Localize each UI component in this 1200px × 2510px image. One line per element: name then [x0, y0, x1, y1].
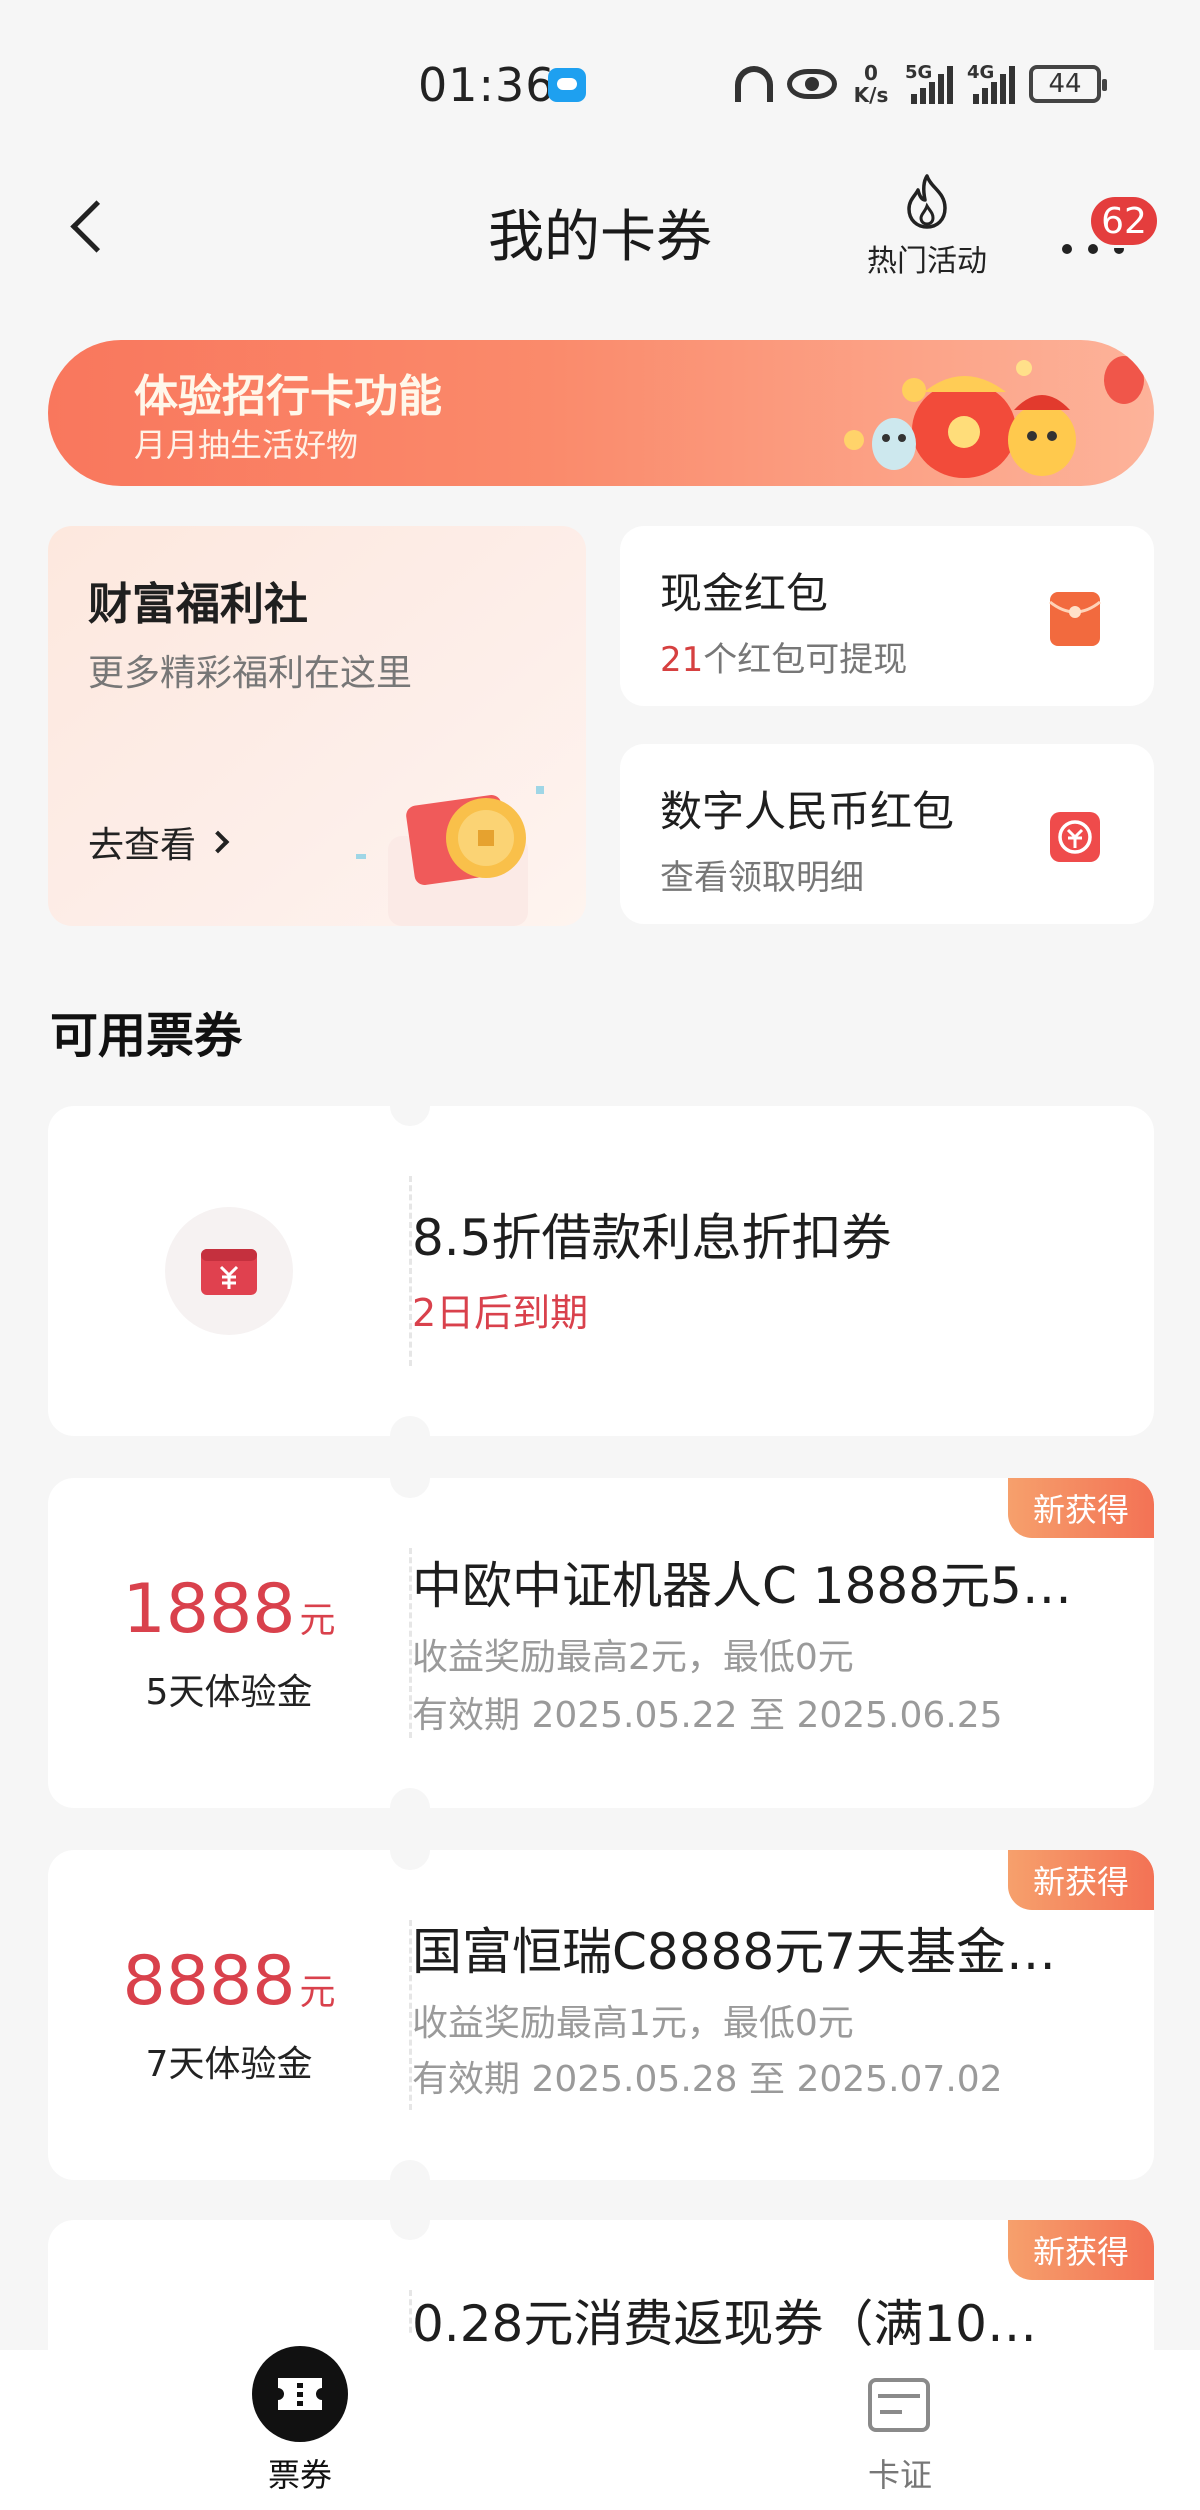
cash-red-envelope-card[interactable]: 现金红包 21个红包可提现 — [620, 526, 1154, 706]
ecny-card-title: 数字人民币红包 — [660, 787, 955, 836]
page-header: 我的卡券 热门活动 62 — [0, 170, 1200, 290]
coupon-body: 国富恒瑞C8888元7天基金… 收益奖励最高1元，最低0元 有效期 2025.0… — [412, 1850, 1114, 2180]
coupon-card[interactable]: 新获得 1888 元 5天体验金 中欧中证机器人C 1888元5… 收益奖励最高2… — [48, 1478, 1154, 1808]
coupon-kind: 7天体验金 — [145, 2043, 313, 2085]
coupon-reward: 收益奖励最高1元，最低0元 — [412, 2003, 854, 2044]
coupon-body: 中欧中证机器人C 1888元5… 收益奖励最高2元，最低0元 有效期 2025.… — [412, 1478, 1114, 1808]
card-icon — [868, 2378, 930, 2432]
status-bar: 01:36 0 K/s 5G 4G 44 — [0, 0, 1200, 170]
ecny-red-envelope-card[interactable]: 数字人民币红包 查看领取明细 — [620, 744, 1154, 924]
coupon-name: 8.5折借款利息折扣券 — [412, 1209, 892, 1267]
promo-banner[interactable]: 体验招行卡功能 月月抽生活好物 — [48, 340, 1154, 486]
welfare-subtitle: 更多精彩福利在这里 — [88, 653, 413, 694]
coupon-body: 8.5折借款利息折扣券 2日后到期 — [412, 1106, 1114, 1436]
coupon-name: 中欧中证机器人C 1888元5… — [412, 1557, 1072, 1615]
coupon-kind: 5天体验金 — [145, 1671, 313, 1713]
welfare-title: 财富福利社 — [88, 579, 308, 630]
yuan-coupon-icon — [201, 1249, 257, 1295]
coupon-card[interactable]: 8.5折借款利息折扣券 2日后到期 — [48, 1106, 1154, 1436]
gift-box-illustration — [356, 786, 544, 926]
coupon-amount: 8888 元 — [122, 1941, 336, 2021]
nav-tab-coupons[interactable]: 票券 — [200, 2346, 400, 2510]
coupon-card[interactable]: 新获得 8888 元 7天体验金 国富恒瑞C8888元7天基金… 收益奖励最高1元… — [48, 1850, 1154, 2180]
net-speed: 0 K/s — [853, 61, 889, 107]
coupon-left: 1888 元 5天体验金 — [48, 1478, 410, 1808]
chevron-right-icon — [206, 830, 230, 854]
eye-icon — [787, 69, 837, 99]
coupon-amount: 1888 元 — [122, 1569, 336, 1649]
cash-card-subtitle: 21个红包可提现 — [660, 640, 908, 680]
banner-title: 体验招行卡功能 — [134, 371, 442, 422]
nav-cards-label: 卡证 — [867, 2456, 932, 2494]
coupon-reward: 收益奖励最高2元，最低0元 — [412, 1637, 854, 1678]
more-button[interactable]: 62 — [1050, 194, 1160, 270]
signal-4g-icon: 4G — [967, 62, 1015, 104]
battery-icon: 44 — [1029, 65, 1107, 103]
coupon-validity: 有效期 2025.05.28 至 2025.07.02 — [412, 2059, 1003, 2100]
coupon-icon-bg — [165, 1207, 293, 1335]
chat-icon — [548, 68, 586, 102]
status-icons: 0 K/s 5G 4G 44 — [735, 61, 1107, 107]
ecny-card-subtitle: 查看领取明细 — [660, 858, 864, 898]
headset-icon — [735, 66, 773, 102]
banner-subtitle: 月月抽生活好物 — [134, 426, 359, 464]
wealth-welfare-card[interactable]: 财富福利社 更多精彩福利在这里 去查看 — [48, 526, 586, 926]
nav-coupons-label: 票券 — [267, 2456, 332, 2494]
red-envelope-icon — [1049, 592, 1101, 646]
coupon-name: 国富恒瑞C8888元7天基金… — [412, 1923, 1056, 1981]
coupon-name: 0.28元消费返现券（满10… — [412, 2295, 1037, 2353]
ecny-icon — [1050, 812, 1100, 862]
coupon-left: 8888 元 7天体验金 — [48, 1850, 410, 2180]
status-time: 01:36 — [418, 58, 556, 112]
cash-card-title: 现金红包 — [660, 569, 829, 618]
signal-5g-icon: 5G — [905, 62, 953, 104]
coupon-validity: 有效期 2025.05.22 至 2025.06.25 — [412, 1695, 1003, 1736]
page-title: 我的卡券 — [488, 205, 712, 270]
coupon-left — [48, 1106, 410, 1436]
section-title: 可用票券 — [50, 1008, 243, 1064]
coupon-expire: 2日后到期 — [412, 1291, 589, 1335]
banner-illustration — [844, 356, 1144, 478]
bottom-nav: 票券 卡证 — [0, 2320, 1200, 2510]
notification-badge: 62 — [1088, 194, 1160, 248]
hot-activity-label: 热门活动 — [867, 244, 987, 279]
ticket-icon — [252, 2346, 348, 2442]
nav-tab-cards[interactable]: 卡证 — [800, 2350, 1000, 2510]
flame-icon — [907, 174, 947, 229]
hot-activity-button[interactable]: 热门活动 — [852, 172, 1002, 282]
view-more-link[interactable]: 去查看 — [88, 816, 230, 868]
